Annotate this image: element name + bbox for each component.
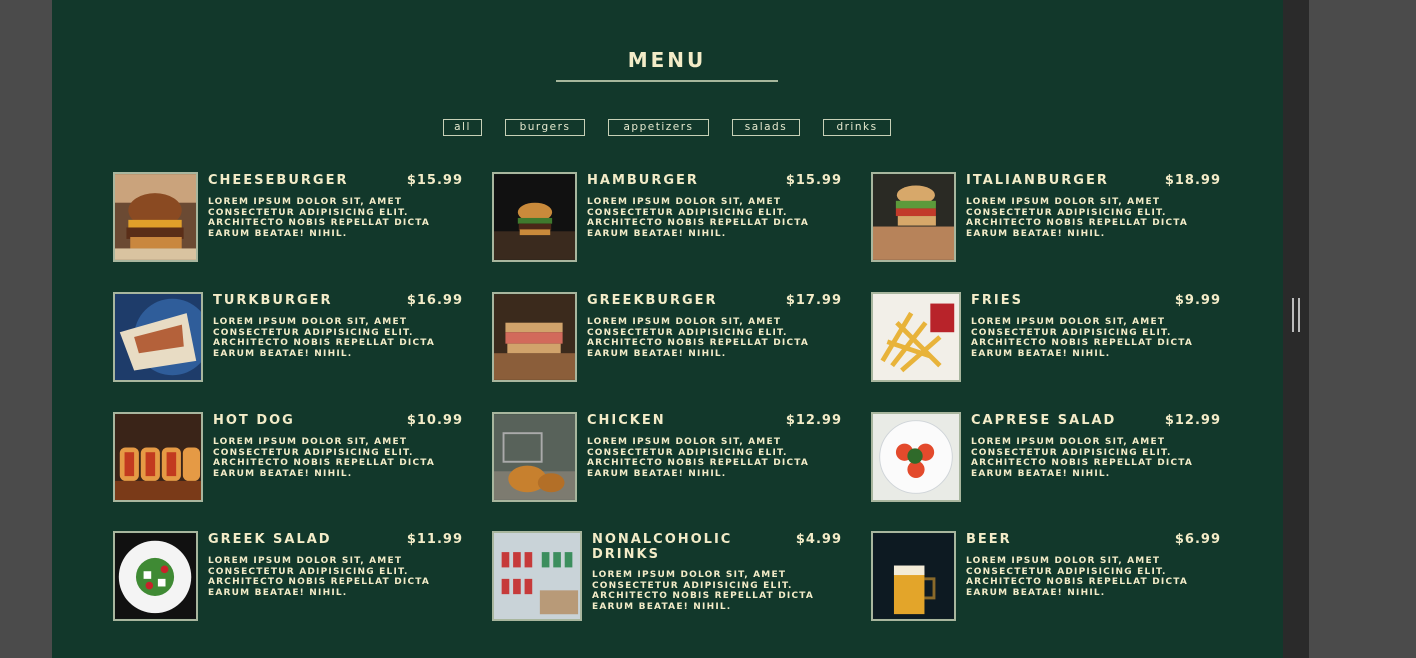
hamburger-photo — [492, 172, 577, 262]
window-right-margin — [1309, 0, 1416, 658]
item-description: LOREM IPSUM DOLOR SIT, AMET CONSECTETUR … — [966, 556, 1189, 598]
item-price: $6.99 — [1174, 532, 1221, 547]
menu-item-nonalcoholic-drinks: NONALCOHOLIC DRINKS $4.99 LOREM IPSUM DO… — [492, 531, 842, 623]
item-name: NONALCOHOLIC DRINKS — [592, 532, 733, 562]
caprese-salad-photo — [871, 412, 961, 502]
item-price: $15.99 — [406, 173, 463, 188]
item-description: LOREM IPSUM DOLOR SIT, AMET CONSECTETUR … — [971, 437, 1194, 479]
item-price: $16.99 — [406, 293, 463, 308]
cheeseburger-photo — [113, 172, 198, 262]
menu-item-beer: BEER $6.99 LOREM IPSUM DOLOR SIT, AMET C… — [871, 531, 1221, 623]
item-name: CHICKEN — [587, 413, 666, 428]
menu-item-cheeseburger: CHEESEBURGER $15.99 LOREM IPSUM DOLOR SI… — [113, 172, 463, 264]
turkburger-photo — [113, 292, 203, 382]
item-name: GREEK SALAD — [208, 532, 332, 547]
filter-burgers-button[interactable]: burgers — [505, 119, 585, 136]
menu-item-turkburger: TURKBURGER $16.99 LOREM IPSUM DOLOR SIT,… — [113, 292, 463, 384]
item-name: HAMBURGER — [587, 173, 699, 188]
item-name: CAPRESE SALAD — [971, 413, 1117, 428]
nonalcoholic-drinks-photo — [492, 531, 582, 621]
menu-item-caprese-salad: CAPRESE SALAD $12.99 LOREM IPSUM DOLOR S… — [871, 412, 1221, 504]
hotdog-photo — [113, 412, 203, 502]
resize-grip-icon[interactable] — [1292, 298, 1300, 332]
item-price: $12.99 — [785, 413, 842, 428]
item-price: $10.99 — [406, 413, 463, 428]
italianburger-photo — [871, 172, 956, 262]
item-price: $17.99 — [785, 293, 842, 308]
item-description: LOREM IPSUM DOLOR SIT, AMET CONSECTETUR … — [208, 197, 431, 239]
item-price: $9.99 — [1174, 293, 1221, 308]
menu-item-italianburger: ITALIANBURGER $18.99 LOREM IPSUM DOLOR S… — [871, 172, 1221, 264]
item-description: LOREM IPSUM DOLOR SIT, AMET CONSECTETUR … — [966, 197, 1189, 239]
item-description: LOREM IPSUM DOLOR SIT, AMET CONSECTETUR … — [208, 556, 431, 598]
menu-item-hot-dog: HOT DOG $10.99 LOREM IPSUM DOLOR SIT, AM… — [113, 412, 463, 504]
item-name: ITALIANBURGER — [966, 173, 1109, 188]
item-name: HOT DOG — [213, 413, 295, 428]
menu-item-hamburger: HAMBURGER $15.99 LOREM IPSUM DOLOR SIT, … — [492, 172, 842, 264]
item-description: LOREM IPSUM DOLOR SIT, AMET CONSECTETUR … — [971, 317, 1194, 359]
fries-photo — [871, 292, 961, 382]
item-description: LOREM IPSUM DOLOR SIT, AMET CONSECTETUR … — [587, 197, 810, 239]
item-name: FRIES — [971, 293, 1023, 308]
filter-appetizers-button[interactable]: appetizers — [608, 119, 709, 136]
beer-photo — [871, 531, 956, 621]
menu-item-chicken: CHICKEN $12.99 LOREM IPSUM DOLOR SIT, AM… — [492, 412, 842, 504]
item-price: $11.99 — [406, 532, 463, 547]
window-left-margin — [0, 0, 52, 658]
greek-salad-photo — [113, 531, 198, 621]
item-price: $4.99 — [795, 532, 842, 547]
item-name: GREEKBURGER — [587, 293, 718, 308]
filter-all-button[interactable]: all — [443, 119, 482, 136]
item-description: LOREM IPSUM DOLOR SIT, AMET CONSECTETUR … — [587, 317, 810, 359]
item-description: LOREM IPSUM DOLOR SIT, AMET CONSECTETUR … — [592, 570, 815, 612]
item-name: TURKBURGER — [213, 293, 333, 308]
menu-item-greek-salad: GREEK SALAD $11.99 LOREM IPSUM DOLOR SIT… — [113, 531, 463, 623]
menu-title: MENU — [627, 48, 707, 72]
chicken-photo — [492, 412, 577, 502]
title-underline — [556, 80, 778, 82]
item-description: LOREM IPSUM DOLOR SIT, AMET CONSECTETUR … — [213, 317, 436, 359]
item-description: LOREM IPSUM DOLOR SIT, AMET CONSECTETUR … — [587, 437, 810, 479]
item-price: $15.99 — [785, 173, 842, 188]
item-description: LOREM IPSUM DOLOR SIT, AMET CONSECTETUR … — [213, 437, 436, 479]
item-name: BEER — [966, 532, 1012, 547]
filter-salads-button[interactable]: salads — [732, 119, 800, 136]
item-name: CHEESEBURGER — [208, 173, 349, 188]
filter-drinks-button[interactable]: drinks — [823, 119, 891, 136]
menu-item-greekburger: GREEKBURGER $17.99 LOREM IPSUM DOLOR SIT… — [492, 292, 842, 384]
item-price: $18.99 — [1164, 173, 1221, 188]
item-price: $12.99 — [1164, 413, 1221, 428]
menu-item-fries: FRIES $9.99 LOREM IPSUM DOLOR SIT, AMET … — [871, 292, 1221, 384]
greekburger-photo — [492, 292, 577, 382]
